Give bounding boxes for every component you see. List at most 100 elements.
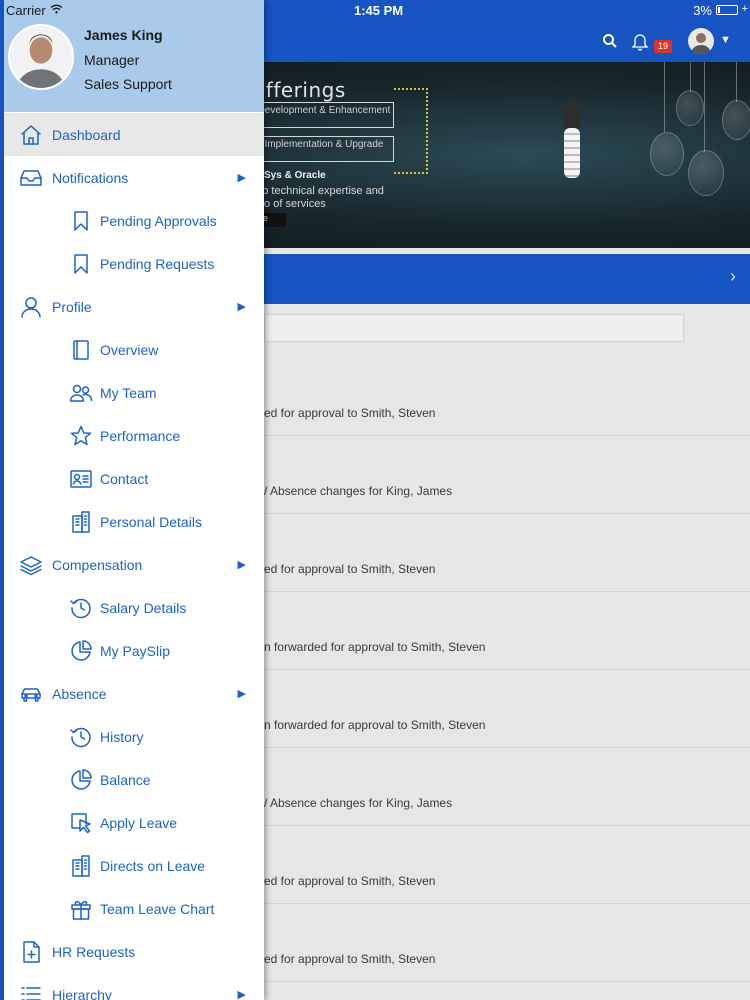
history-clock-icon xyxy=(68,724,94,750)
profile-name: James King xyxy=(84,27,163,43)
bulb-illustration xyxy=(688,150,724,196)
expand-arrow-icon[interactable]: ▶ xyxy=(238,687,246,700)
menu-label: Overview xyxy=(100,341,159,358)
menu-label: Directs on Leave xyxy=(100,857,206,874)
menu-item-profile[interactable]: Profile ▶ xyxy=(4,285,264,328)
gift-icon xyxy=(68,896,94,922)
feed-text: n forwarded for approval to Smith, Steve… xyxy=(264,718,486,732)
search-icon[interactable] xyxy=(602,33,618,49)
menu-item-pending-approvals[interactable]: Pending Approvals xyxy=(4,199,264,242)
menu-label: My PaySlip xyxy=(100,642,171,659)
profile-department: Sales Support xyxy=(84,76,172,92)
menu-label: Salary Details xyxy=(100,599,187,616)
menu-label: Performance xyxy=(100,427,181,444)
pie-chart-icon xyxy=(68,638,94,664)
bulb-illustration xyxy=(722,100,750,140)
menu-label: History xyxy=(100,728,144,745)
menu-label: Compensation xyxy=(52,556,143,573)
menu-label: Pending Requests xyxy=(100,255,215,272)
inbox-icon xyxy=(18,165,44,191)
bookmark-icon xyxy=(68,208,94,234)
menu-item-absence[interactable]: Absence ▶ xyxy=(4,672,264,715)
nav-menu: Dashboard Notifications ▶ Pending Approv… xyxy=(4,113,264,1000)
home-icon xyxy=(18,122,44,148)
profile-avatar xyxy=(8,24,74,90)
menu-item-notifications[interactable]: Notifications ▶ xyxy=(4,156,264,199)
expand-arrow-icon[interactable]: ▶ xyxy=(238,558,246,571)
menu-item-dashboard[interactable]: Dashboard xyxy=(4,113,264,156)
history-clock-icon xyxy=(68,595,94,621)
notification-badge: 19 xyxy=(654,40,673,53)
profile-role: Manager xyxy=(84,52,140,68)
feed-text: / Absence changes for King, James xyxy=(264,796,453,810)
cursor-click-icon xyxy=(68,810,94,836)
expand-arrow-icon[interactable]: ▶ xyxy=(238,300,246,313)
menu-label: Team Leave Chart xyxy=(100,900,215,917)
star-icon xyxy=(68,423,94,449)
car-icon xyxy=(18,681,44,707)
bulb-illustration xyxy=(650,132,684,176)
feed-text: n forwarded for approval to Smith, Steve… xyxy=(264,640,486,654)
expand-arrow-icon[interactable]: ▶ xyxy=(238,988,246,1000)
menu-label: Absence xyxy=(52,685,107,702)
menu-item-team-leave-chart[interactable]: Team Leave Chart xyxy=(4,887,264,930)
menu-item-salary-details[interactable]: Salary Details xyxy=(4,586,264,629)
filter-input[interactable] xyxy=(264,314,684,342)
menu-label: Dashboard xyxy=(52,126,121,143)
banner-text-line: eep technical expertise and xyxy=(250,185,384,197)
menu-label: My Team xyxy=(100,384,157,401)
wifi-icon xyxy=(50,3,63,17)
menu-item-hr-requests[interactable]: HR Requests xyxy=(4,930,264,973)
feed-text: ed for approval to Smith, Steven xyxy=(264,562,436,576)
menu-item-hierarchy[interactable]: Hierarchy ▶ xyxy=(4,973,264,1000)
carrier-label: Carrier xyxy=(6,3,46,18)
expand-arrow-icon[interactable]: ▶ xyxy=(238,171,246,184)
building-icon xyxy=(68,853,94,879)
banner-dotted-connector xyxy=(394,88,428,174)
menu-label: Hierarchy xyxy=(52,986,112,1000)
menu-item-balance[interactable]: Balance xyxy=(4,758,264,801)
pie-chart-icon xyxy=(68,767,94,793)
book-icon xyxy=(68,337,94,363)
menu-item-performance[interactable]: Performance xyxy=(4,414,264,457)
banner-box-implementation: Implementation & Upgrade xyxy=(254,136,394,162)
menu-item-compensation[interactable]: Compensation ▶ xyxy=(4,543,264,586)
battery-icon xyxy=(716,5,738,15)
layers-icon xyxy=(18,552,44,578)
menu-label: Balance xyxy=(100,771,151,788)
bookmark-icon xyxy=(68,251,94,277)
menu-label: HR Requests xyxy=(52,943,136,960)
menu-item-history[interactable]: History xyxy=(4,715,264,758)
side-drawer: James King Manager Sales Support Dashboa… xyxy=(0,0,264,1000)
menu-item-contact[interactable]: Contact xyxy=(4,457,264,500)
list-icon xyxy=(18,982,44,1000)
feed-text: ed for approval to Smith, Steven xyxy=(264,406,436,420)
team-icon xyxy=(68,380,94,406)
menu-item-apply-leave[interactable]: Apply Leave xyxy=(4,801,264,844)
menu-item-pending-requests[interactable]: Pending Requests xyxy=(4,242,264,285)
menu-item-overview[interactable]: Overview xyxy=(4,328,264,371)
charging-icon: + xyxy=(741,3,748,15)
feed-text: ed for approval to Smith, Steven xyxy=(264,952,436,966)
menu-item-personal-details[interactable]: Personal Details xyxy=(4,500,264,543)
menu-item-my-team[interactable]: My Team xyxy=(4,371,264,414)
user-menu-caret-icon[interactable]: ▼ xyxy=(720,34,731,46)
menu-label: Contact xyxy=(100,470,149,487)
menu-label: Apply Leave xyxy=(100,814,178,831)
bulb-illustration xyxy=(676,90,704,126)
menu-item-directs-on-leave[interactable]: Directs on Leave xyxy=(4,844,264,887)
battery-percentage: 3% xyxy=(693,3,712,18)
feed-text: / Absence changes for King, James xyxy=(264,484,453,498)
menu-label: Profile xyxy=(52,298,92,315)
chevron-right-icon[interactable]: › xyxy=(730,266,736,287)
feed-text: ed for approval to Smith, Steven xyxy=(264,874,436,888)
clock: 1:45 PM xyxy=(354,3,404,18)
menu-item-my-payslip[interactable]: My PaySlip xyxy=(4,629,264,672)
user-icon xyxy=(18,294,44,320)
user-avatar[interactable] xyxy=(688,28,714,54)
document-add-icon xyxy=(18,939,44,965)
status-bar: Carrier 1:45 PM 3% + xyxy=(0,0,750,22)
bell-icon[interactable] xyxy=(630,31,650,51)
banner-box-development: Development & Enhancement xyxy=(254,102,394,128)
menu-label: Pending Approvals xyxy=(100,212,217,229)
